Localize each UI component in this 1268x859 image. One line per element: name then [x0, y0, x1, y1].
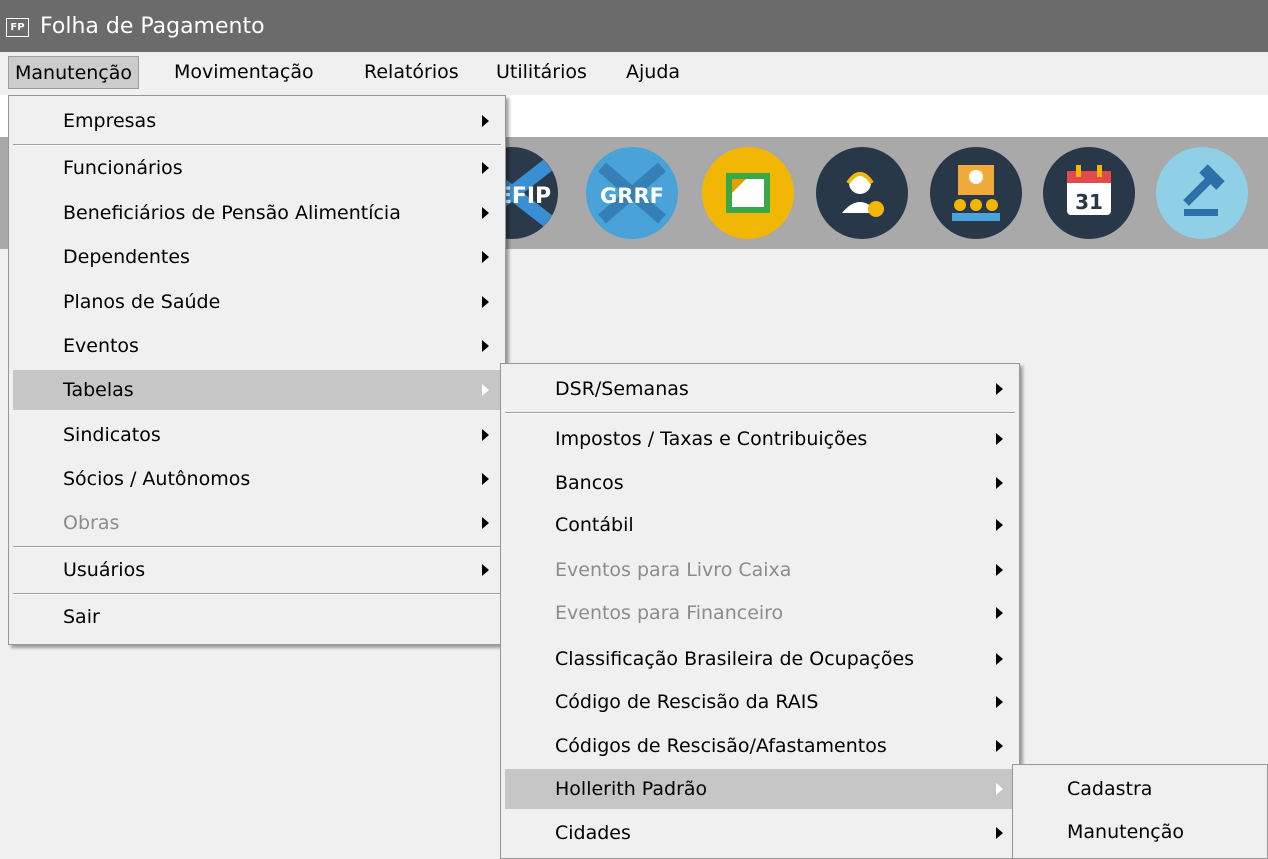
arrow-right-icon [482, 564, 489, 576]
menu-item-impostos[interactable]: Impostos / Taxas e Contribuições [505, 419, 1015, 459]
title-bar: FP Folha de Pagamento [0, 0, 1268, 52]
menu-bar: Manutenção Movimentação Relatórios Utili… [0, 52, 1268, 95]
arrow-right-icon [996, 607, 1003, 619]
app-logo-icon: FP [6, 18, 29, 37]
menu-item-cbo[interactable]: Classificação Brasileira de Ocupações [505, 639, 1015, 679]
menu-item-tabelas[interactable]: Tabelas [13, 370, 501, 410]
arrow-right-icon [996, 653, 1003, 665]
menu-ajuda[interactable]: Ajuda [620, 56, 686, 89]
menu-item-cidades[interactable]: Cidades [505, 813, 1015, 853]
arrow-right-icon [996, 433, 1003, 445]
arrow-right-icon [482, 473, 489, 485]
menu-relatorios[interactable]: Relatórios [358, 56, 465, 89]
menu-item-contabil[interactable]: Contábil [505, 505, 1015, 545]
arrow-right-icon [482, 296, 489, 308]
gavel-icon[interactable] [1156, 147, 1248, 239]
menu-item-bancos[interactable]: Bancos [505, 463, 1015, 503]
menu-item-empresas[interactable]: Empresas [13, 101, 501, 141]
menu-item-socios-autonomos[interactable]: Sócios / Autônomos [13, 459, 501, 499]
arrow-right-icon [996, 740, 1003, 752]
menu-manutencao-dropdown: Empresas Funcionários Beneficiários de P… [8, 95, 506, 645]
arrow-right-icon [996, 696, 1003, 708]
separator [13, 593, 501, 595]
menu-tabelas-submenu: DSR/Semanas Impostos / Taxas e Contribui… [500, 363, 1020, 859]
menu-utilitarios[interactable]: Utilitários [490, 56, 593, 89]
menu-manutencao[interactable]: Manutenção [8, 56, 140, 89]
window-title: Folha de Pagamento [40, 14, 265, 39]
arrow-right-icon [996, 564, 1003, 576]
menu-item-eventos-livro-caixa[interactable]: Eventos para Livro Caixa [505, 550, 1015, 590]
arrow-right-icon [482, 384, 489, 396]
arrow-right-icon [996, 383, 1003, 395]
menu-item-hollerith-padrao[interactable]: Hollerith Padrão [505, 769, 1015, 809]
menu-item-dsr-semanas[interactable]: DSR/Semanas [505, 369, 1015, 409]
menu-item-obras[interactable]: Obras [13, 503, 501, 543]
meeting-people-icon[interactable] [930, 147, 1022, 239]
arrow-right-icon [482, 162, 489, 174]
document-folder-icon[interactable] [702, 147, 794, 239]
separator [13, 546, 501, 548]
arrow-right-icon [482, 251, 489, 263]
menu-item-cadastra[interactable]: Cadastra [1017, 769, 1263, 809]
arrow-right-icon [996, 477, 1003, 489]
menu-item-eventos-financeiro[interactable]: Eventos para Financeiro [505, 593, 1015, 633]
arrow-right-icon [482, 429, 489, 441]
menu-item-codigos-rescisao-afastamentos[interactable]: Códigos de Rescisão/Afastamentos [505, 726, 1015, 766]
svg-text:GRRF: GRRF [600, 184, 664, 208]
arrow-right-icon [482, 115, 489, 127]
separator [13, 144, 501, 146]
menu-item-planos-de-saude[interactable]: Planos de Saúde [13, 282, 501, 322]
separator [505, 412, 1015, 414]
menu-item-beneficiarios[interactable]: Beneficiários de Pensão Alimentícia [13, 193, 501, 233]
support-agent-icon[interactable] [816, 147, 908, 239]
arrow-right-icon [482, 340, 489, 352]
menu-item-sair[interactable]: Sair [13, 597, 501, 637]
arrow-right-icon [996, 783, 1003, 795]
svg-text:31: 31 [1075, 190, 1103, 214]
calendar-icon[interactable]: 31 [1043, 147, 1135, 239]
menu-item-sindicatos[interactable]: Sindicatos [13, 415, 501, 455]
arrow-right-icon [996, 827, 1003, 839]
arrow-right-icon [996, 519, 1003, 531]
menu-item-eventos[interactable]: Eventos [13, 326, 501, 366]
grrf-icon[interactable]: GRRF [586, 147, 678, 239]
arrow-right-icon [482, 517, 489, 529]
menu-item-codigo-rescisao-rais[interactable]: Código de Rescisão da RAIS [505, 682, 1015, 722]
menu-item-dependentes[interactable]: Dependentes [13, 237, 501, 277]
menu-movimentacao[interactable]: Movimentação [168, 56, 320, 89]
menu-item-funcionarios[interactable]: Funcionários [13, 148, 501, 188]
menu-item-manutencao[interactable]: Manutenção [1017, 812, 1263, 852]
arrow-right-icon [482, 207, 489, 219]
menu-item-usuarios[interactable]: Usuários [13, 550, 501, 590]
menu-hollerith-submenu: Cadastra Manutenção [1012, 764, 1268, 859]
